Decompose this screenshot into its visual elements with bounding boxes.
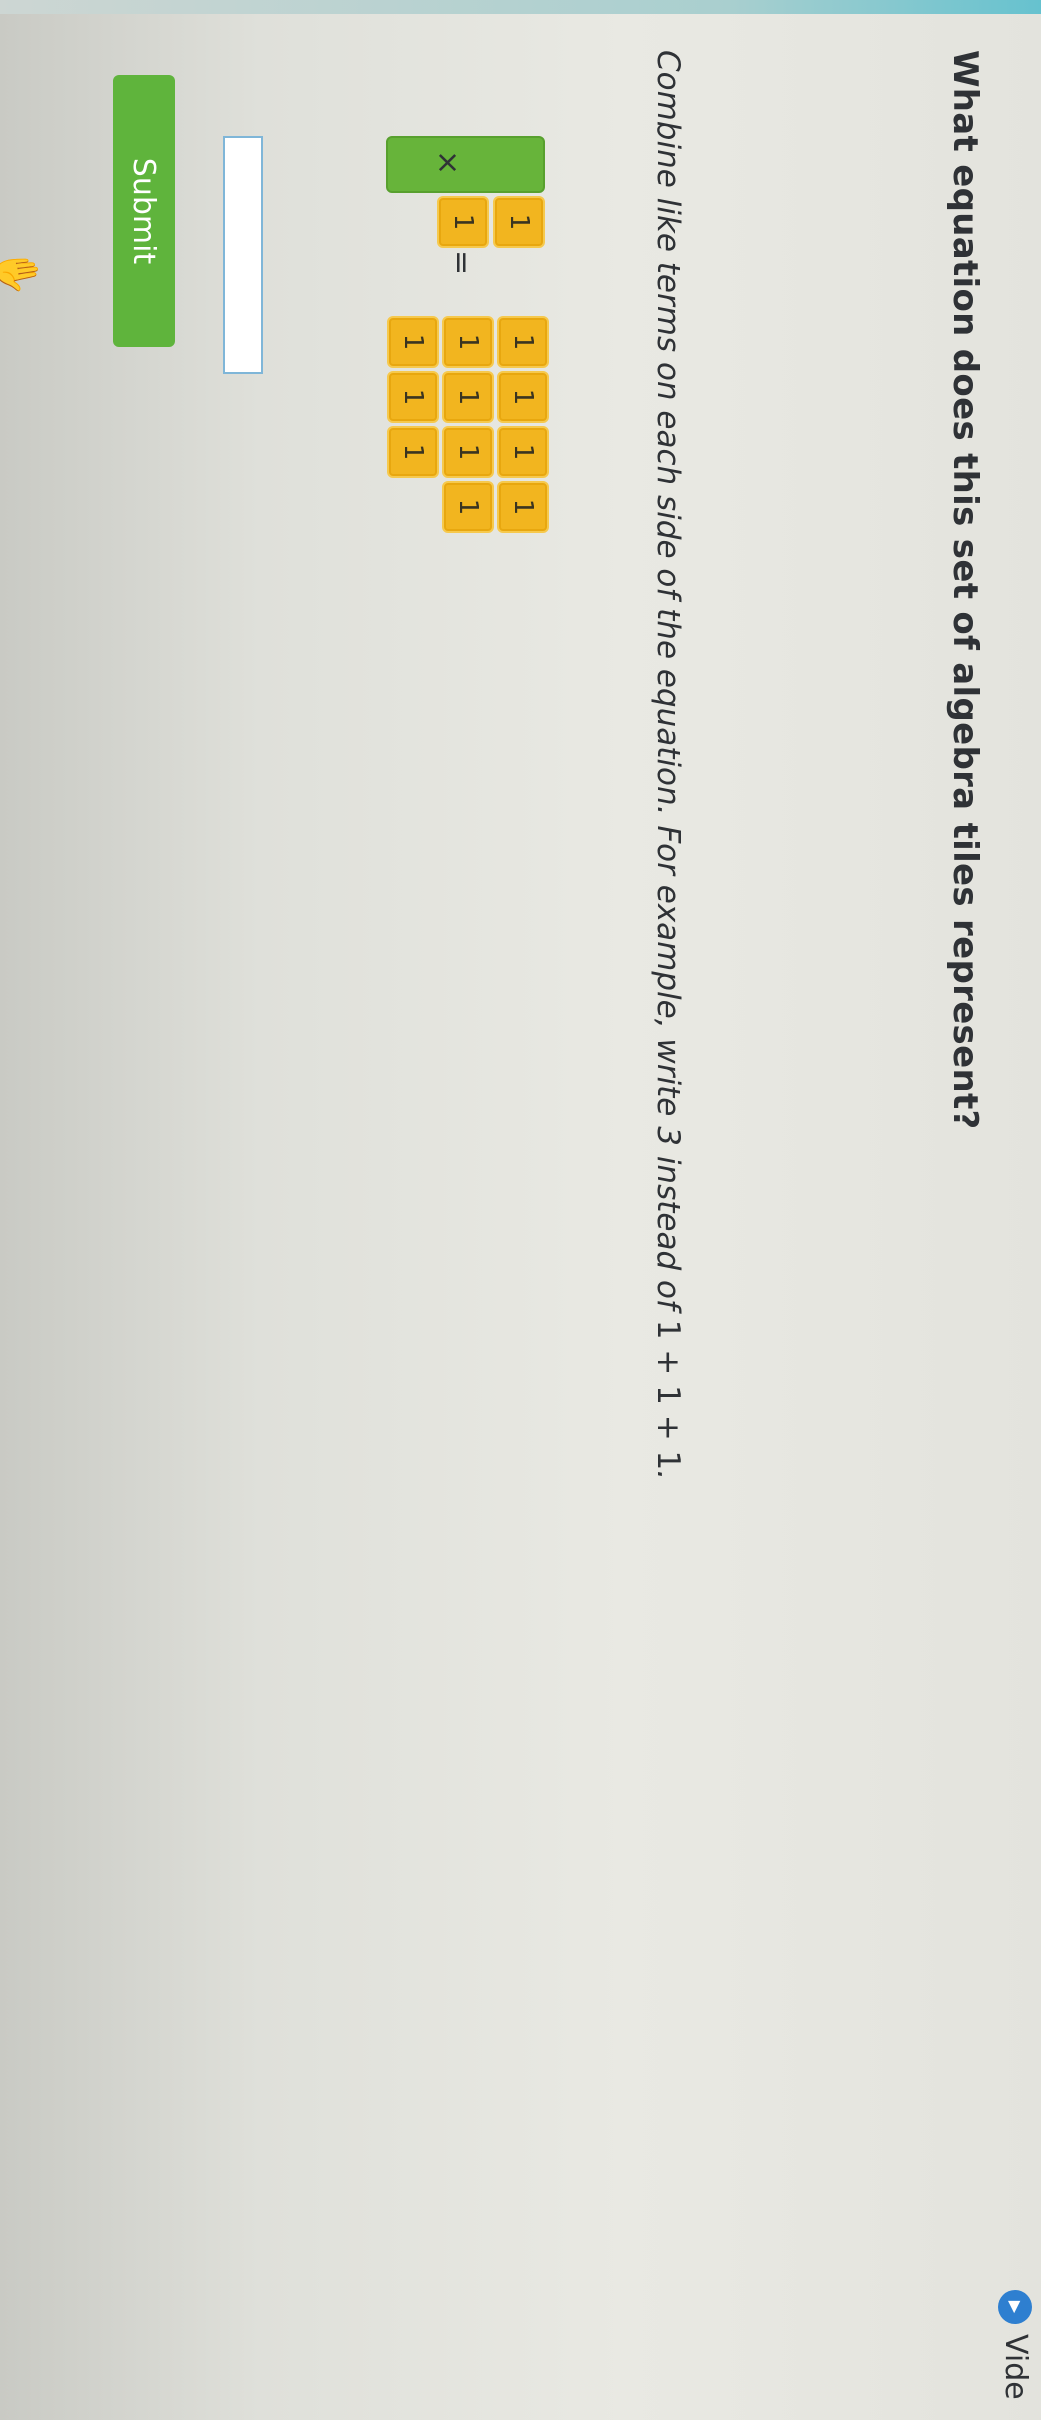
unit-tile: 1 [497, 316, 549, 368]
unit-tile: 1 [442, 426, 494, 478]
instruction-body: Combine like terms on each side of the e… [650, 50, 686, 1127]
instruction-end: . [650, 1470, 686, 1481]
unit-tile: 1 [387, 426, 439, 478]
submit-button[interactable]: Submit [113, 75, 175, 347]
unit-tile: 1 [493, 196, 545, 248]
instruction-middle: instead of [650, 1145, 686, 1320]
question-text: What equation does this set of algebra t… [945, 50, 985, 1130]
unit-tile: 1 [387, 371, 439, 423]
unit-tile: 1 [442, 316, 494, 368]
unit-tile: 1 [442, 371, 494, 423]
example-expression: 1 + 1 + 1 [650, 1319, 686, 1471]
example-value: 3 [650, 1126, 686, 1146]
equals-symbol: = [444, 250, 479, 276]
instruction-text: Combine like terms on each side of the e… [650, 50, 686, 1480]
unit-tile: 1 [442, 481, 494, 533]
video-link[interactable]: ▶ Vide [998, 2290, 1033, 2400]
unit-tile: 1 [497, 426, 549, 478]
unit-tile: 1 [497, 481, 549, 533]
rotated-content: What equation does this set of algebra t… [0, 0, 1041, 2420]
multiply-symbol: × [430, 150, 465, 176]
unit-tile: 1 [437, 196, 489, 248]
x-tile [386, 136, 545, 193]
unit-tile: 1 [497, 371, 549, 423]
unit-tile: 1 [387, 316, 439, 368]
answer-input[interactable] [223, 136, 263, 374]
pointer-hand-icon: ✋ [0, 245, 44, 301]
video-label: Vide [998, 2334, 1033, 2400]
play-icon: ▶ [998, 2290, 1033, 2324]
